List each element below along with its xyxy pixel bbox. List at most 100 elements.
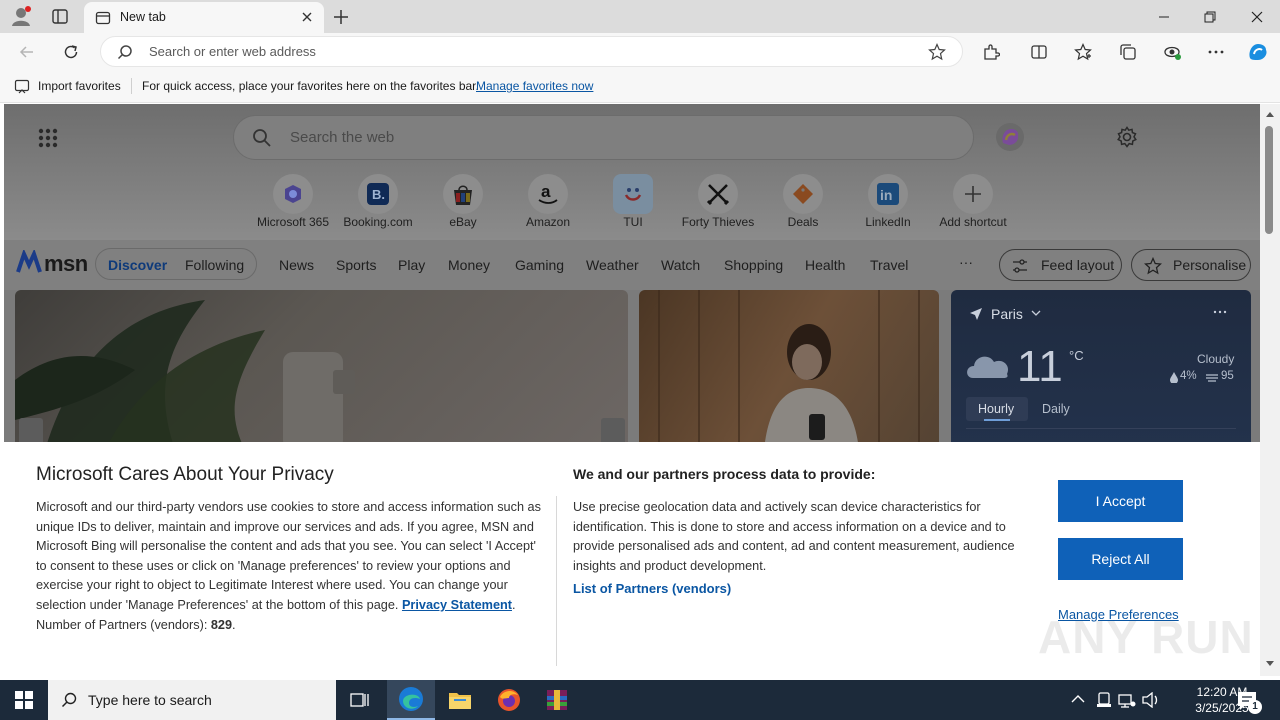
- favorites-icon[interactable]: [1068, 37, 1098, 67]
- add-favorite-star-icon[interactable]: [928, 43, 946, 61]
- weather-widget[interactable]: Paris 11 °C Cloudy 4% 95 Hourly Daily: [951, 290, 1251, 450]
- device-icon[interactable]: [1096, 692, 1112, 708]
- volume-icon[interactable]: [1142, 692, 1160, 708]
- import-favorites-icon: [14, 78, 30, 94]
- import-favorites-button[interactable]: Import favorites: [38, 79, 121, 93]
- nav-news[interactable]: News: [279, 257, 314, 273]
- scrollbar-thumb[interactable]: [1265, 126, 1273, 234]
- page-scrollbar[interactable]: [1260, 104, 1280, 676]
- nav-more-button[interactable]: ···: [959, 254, 973, 270]
- weather-more-icon[interactable]: [1213, 310, 1227, 314]
- shortcut-microsoft-365[interactable]: Microsoft 365: [248, 170, 338, 232]
- tab-daily[interactable]: Daily: [1042, 402, 1070, 416]
- reject-all-button[interactable]: Reject All: [1058, 538, 1183, 580]
- shortcut-forty-thieves[interactable]: Forty Thieves: [673, 170, 763, 232]
- split-screen-icon[interactable]: [1024, 37, 1054, 67]
- nav-weather[interactable]: Weather: [586, 257, 639, 273]
- weather-precipitation: 4%: [1180, 370, 1197, 382]
- winrar-icon[interactable]: [533, 680, 581, 720]
- news-carousel-card[interactable]: [15, 290, 628, 450]
- show-hidden-icons-chevron-icon[interactable]: [1071, 694, 1085, 704]
- linkedin-icon: in: [868, 174, 908, 214]
- close-tab-icon[interactable]: [300, 10, 314, 24]
- nav-health[interactable]: Health: [805, 257, 845, 273]
- tab-discover[interactable]: Discover: [108, 257, 167, 273]
- manage-preferences-link[interactable]: Manage Preferences: [1058, 607, 1179, 622]
- apps-launcher-icon[interactable]: [38, 128, 58, 148]
- favbar-divider: [131, 78, 132, 94]
- scroll-up-arrow-icon[interactable]: [1265, 110, 1275, 118]
- nav-money[interactable]: Money: [448, 257, 490, 273]
- accept-button[interactable]: I Accept: [1058, 480, 1183, 522]
- edge-taskbar-icon[interactable]: [387, 680, 435, 720]
- personalise-button[interactable]: Personalise: [1131, 249, 1251, 281]
- firefox-icon[interactable]: [485, 680, 533, 720]
- feed-layout-button[interactable]: Feed layout: [999, 249, 1122, 281]
- nav-watch[interactable]: Watch: [661, 257, 700, 273]
- new-tab-page-icon: [95, 10, 111, 26]
- refresh-button[interactable]: [56, 37, 86, 67]
- shortcut-label: Amazon: [525, 215, 571, 229]
- msn-logo-icon[interactable]: [16, 250, 42, 276]
- web-search-box[interactable]: Search the web: [233, 115, 974, 160]
- file-explorer-icon[interactable]: [436, 680, 484, 720]
- collections-icon[interactable]: [1113, 37, 1143, 67]
- copilot-icon[interactable]: [1243, 37, 1273, 67]
- nav-sports[interactable]: Sports: [336, 257, 376, 273]
- deals-icon: [783, 174, 823, 214]
- tab-new-tab[interactable]: New tab: [84, 2, 324, 33]
- shortcut-linkedin[interactable]: in LinkedIn: [843, 170, 933, 232]
- privacy-title: Microsoft Cares About Your Privacy: [36, 464, 334, 485]
- copilot-icon[interactable]: [994, 121, 1026, 153]
- chevron-down-icon[interactable]: [1031, 310, 1041, 318]
- restore-button[interactable]: [1187, 0, 1233, 33]
- tab-hourly[interactable]: Hourly: [966, 397, 1028, 421]
- forty-thieves-icon: [698, 174, 738, 214]
- shortcut-tui[interactable]: TUI: [588, 170, 678, 232]
- nav-shopping[interactable]: Shopping: [724, 257, 783, 273]
- extensions-icon[interactable]: [976, 37, 1006, 67]
- tab-following[interactable]: Following: [185, 257, 244, 273]
- svg-text:a: a: [541, 182, 551, 201]
- shortcut-add[interactable]: Add shortcut: [928, 170, 1018, 232]
- privacy-statement-link[interactable]: Privacy Statement: [402, 598, 512, 612]
- ebay-icon: [443, 174, 483, 214]
- shortcut-label: eBay: [449, 215, 477, 229]
- minimize-button[interactable]: [1141, 0, 1187, 33]
- navigation-bar: Search or enter web address: [0, 33, 1280, 70]
- start-button[interactable]: [0, 680, 48, 720]
- network-icon[interactable]: [1118, 692, 1136, 708]
- tab-actions-icon[interactable]: [50, 7, 70, 27]
- new-tab-button[interactable]: [330, 6, 352, 28]
- partners-count-value: 829: [210, 617, 233, 632]
- weather-city: Paris: [991, 306, 1023, 322]
- browser-essentials-icon[interactable]: [1157, 37, 1187, 67]
- privacy-divider: [556, 496, 557, 666]
- privacy-period: .: [511, 597, 516, 612]
- scroll-down-arrow-icon[interactable]: [1265, 660, 1275, 668]
- msn-feed-nav: msn Discover Following News Sports Play …: [4, 240, 1260, 290]
- shortcut-deals[interactable]: Deals: [758, 170, 848, 232]
- shortcut-ebay[interactable]: eBay: [418, 170, 508, 232]
- tab-active-indicator: [984, 419, 1010, 421]
- web-search-placeholder: Search the web: [290, 129, 395, 146]
- nav-travel[interactable]: Travel: [870, 257, 908, 273]
- shortcut-booking[interactable]: B. Booking.com: [333, 170, 423, 232]
- privacy-body-text: Microsoft and our third-party vendors us…: [36, 500, 541, 612]
- task-view-icon[interactable]: [336, 680, 384, 720]
- shortcut-amazon[interactable]: a Amazon: [503, 170, 593, 232]
- nav-play[interactable]: Play: [398, 257, 425, 273]
- settings-gear-icon[interactable]: [1116, 126, 1138, 148]
- back-button[interactable]: [12, 37, 42, 67]
- more-menu-icon[interactable]: [1201, 37, 1231, 67]
- address-bar[interactable]: Search or enter web address: [100, 36, 963, 67]
- shortcut-label: Add shortcut: [939, 215, 1007, 229]
- manage-favorites-link[interactable]: Manage favorites now: [476, 79, 593, 93]
- nav-gaming[interactable]: Gaming: [515, 257, 564, 273]
- close-window-button[interactable]: [1234, 0, 1280, 33]
- list-of-partners-link[interactable]: List of Partners (vendors): [573, 581, 731, 596]
- profile-icon[interactable]: [10, 5, 32, 27]
- news-card[interactable]: [639, 290, 939, 450]
- tab-title: New tab: [120, 10, 166, 24]
- taskbar-search-box[interactable]: Type here to search: [48, 680, 336, 720]
